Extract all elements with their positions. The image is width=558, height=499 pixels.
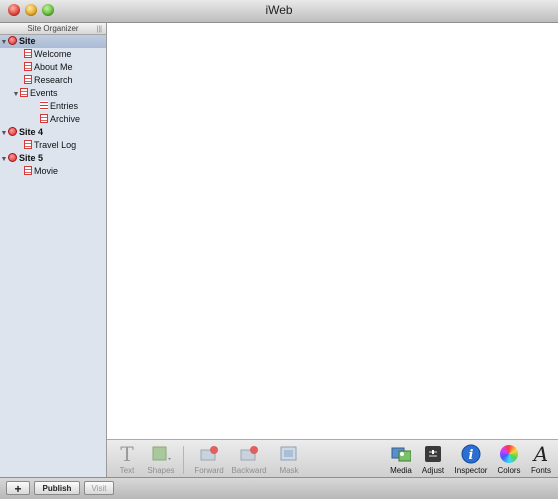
page-icon [24,140,32,149]
adjust-label: Adjust [421,466,445,475]
sidebar-item-events[interactable]: ▼ Events [0,87,106,100]
publish-button[interactable]: Publish [34,481,80,495]
fonts-label: Fonts [530,466,551,475]
fonts-button[interactable]: A Fonts [521,444,558,475]
page-icon [40,114,48,123]
shapes-icon [151,444,171,464]
window-title: iWeb [265,3,293,17]
mask-button[interactable]: Mask [269,444,309,475]
sidebar-item-label: Site [19,36,36,46]
sidebar-item-label: Site 5 [19,153,44,163]
sidebar-item-label: Entries [50,101,79,111]
mask-icon [279,444,299,464]
sidebar-item-site[interactable]: ▼ Site [0,35,106,48]
page-icon [24,166,32,175]
forward-label: Forward [194,466,224,475]
sidebar-item-site-4[interactable]: ▼ Site 4 [0,126,106,139]
site-icon [8,127,17,136]
backward-label: Backward [231,466,267,475]
media-icon [391,444,411,464]
shapes-button[interactable]: Shapes [141,444,181,475]
inspector-button[interactable]: i Inspector [451,444,491,475]
svg-text:i: i [469,448,474,463]
sidebar-header-label: Site Organizer [27,24,79,33]
sidebar-item-movie[interactable]: Movie [0,165,106,178]
sidebar-item-site-5[interactable]: ▼ Site 5 [0,152,106,165]
page-icon [24,62,32,71]
title-bar: iWeb [0,0,558,23]
sidebar-item-label: Site 4 [19,127,44,137]
sidebar-item-label: Movie [34,166,59,176]
site-icon [8,153,17,162]
bring-forward-icon [199,444,219,464]
sidebar-header: Site Organizer ||| [0,23,106,35]
fonts-icon: A [533,442,549,466]
backward-button[interactable]: Backward [229,444,269,475]
adjust-button[interactable]: Adjust [413,444,453,475]
adjust-icon [423,444,443,464]
forward-button[interactable]: Forward [189,444,229,475]
sidebar-item-welcome[interactable]: Welcome [0,48,106,61]
blog-entries-icon [40,101,48,110]
sidebar-item-label: About Me [34,62,73,72]
page-icon [24,75,32,84]
bottom-toolbar: T Text Shapes Forward Backward Mask Medi… [107,439,558,478]
sidebar-item-archive[interactable]: Archive [0,113,106,126]
inspector-label: Inspector [454,466,488,475]
sidebar-item-label: Events [30,88,58,98]
add-page-button[interactable]: + [6,481,30,496]
info-icon: i [461,444,481,464]
sidebar-item-label: Archive [50,114,81,124]
page-icon [20,88,28,97]
sidebar-item-label: Research [34,75,73,85]
sidebar-item-research[interactable]: Research [0,74,106,87]
sidebar-item-label: Travel Log [34,140,77,150]
text-icon: T [120,442,134,466]
site-icon [8,36,17,45]
resize-grip-icon[interactable]: ||| [97,24,102,35]
sidebar-item-entries[interactable]: Entries [0,100,106,113]
visit-button[interactable]: Visit [84,481,114,495]
color-wheel-icon [499,444,519,464]
sidebar-item-travel-log[interactable]: Travel Log [0,139,106,152]
status-bar: + Publish Visit [0,477,558,499]
site-organizer-sidebar: Site Organizer ||| ▼ Site Welcome About M… [0,23,107,477]
page-icon [24,49,32,58]
sidebar-item-about-me[interactable]: About Me [0,61,106,74]
mask-label: Mask [279,466,299,475]
shapes-label: Shapes [147,466,175,475]
page-canvas[interactable] [107,23,558,439]
sidebar-item-label: Welcome [34,49,72,59]
toolbar-separator [183,446,184,474]
send-backward-icon [239,444,259,464]
